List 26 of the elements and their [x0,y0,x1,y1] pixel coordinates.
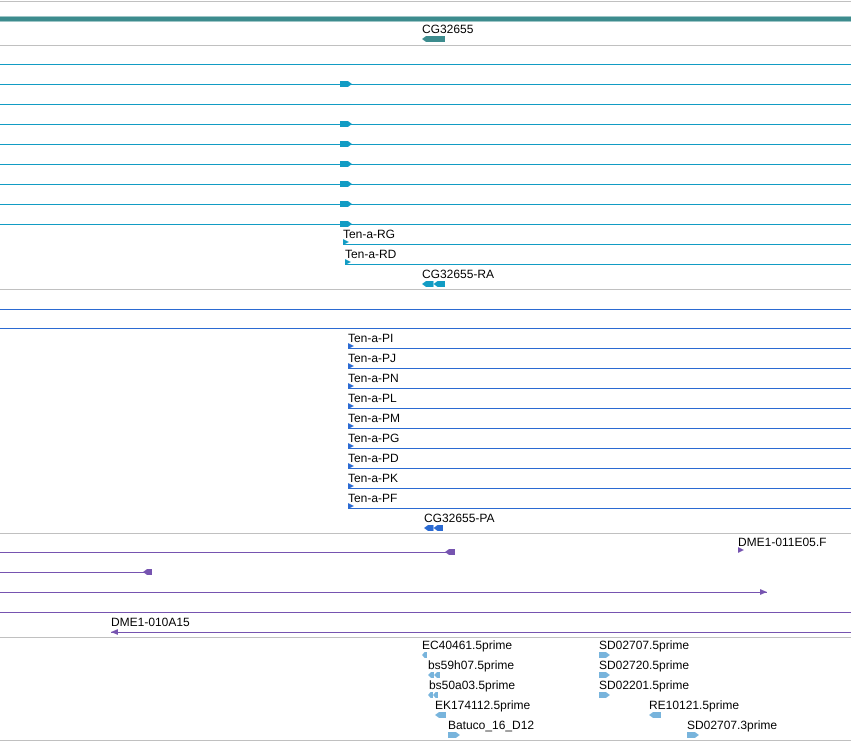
feature-label: bs59h07.5prime [428,658,514,672]
feature-label: Ten-a-PM [348,411,400,425]
feature-label: Ten-a-PK [348,471,398,485]
feature-label: Ten-a-PN [348,371,399,385]
feature-label: RE10121.5prime [649,698,740,712]
feature-label: Ten-a-PI [348,331,394,345]
feature-label: SD02707.5prime [599,638,690,652]
feature-label: SD02201.5prime [599,678,690,692]
feature-label: SD02707.3prime [687,718,778,732]
feature-label: DME1-011E05.F [738,535,826,549]
feature-label: CG32655-RA [422,267,494,281]
feature-label: EC40461.5prime [422,638,512,652]
feature-label: Ten-a-PL [348,391,397,405]
feature-label: Ten-a-RD [345,247,396,261]
feature-label: Ten-a-PG [348,431,400,445]
feature-label: CG32655 [422,22,474,36]
feature-label: Ten-a-PF [348,491,398,505]
feature-label: Ten-a-RG [343,227,396,241]
feature-label: CG32655-PA [424,511,494,525]
feature-label: Ten-a-PD [348,451,399,465]
feature-label: Batuco_16_D12 [448,718,534,732]
feature-label: EK174112.5prime [435,698,530,712]
feature-label: bs50a03.5prime [429,678,516,692]
feature-label: DME1-010A15 [111,615,190,629]
feature-label: SD02720.5prime [599,658,690,672]
feature-label: Ten-a-PJ [348,351,396,365]
